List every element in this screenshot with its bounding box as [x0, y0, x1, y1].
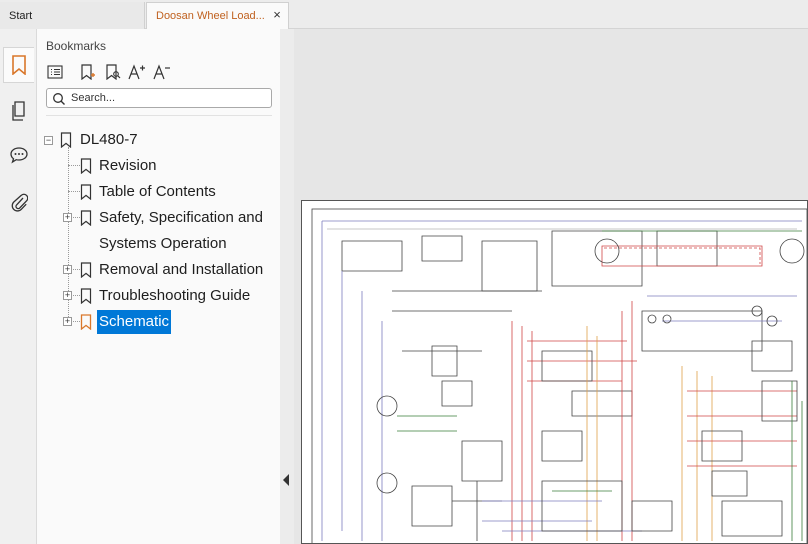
decrease-font-icon — [153, 64, 170, 80]
add-bookmark-icon — [81, 64, 95, 80]
outline-view-button[interactable] — [45, 62, 65, 82]
bookmarks-panel: Bookmarks Search... − DL480-7 Revision T… — [37, 29, 280, 544]
search-input[interactable]: Search... — [46, 88, 272, 108]
close-icon[interactable]: × — [271, 8, 283, 21]
expand-toggle[interactable]: + — [63, 213, 72, 222]
search-placeholder: Search... — [71, 92, 116, 104]
tab-bar: Start Doosan Wheel Load... × — [0, 0, 808, 29]
pages-panel-button[interactable] — [3, 93, 34, 129]
tab-start[interactable]: Start — [0, 2, 145, 29]
panel-title: Bookmarks — [46, 39, 107, 53]
bookmarks-toolbar — [45, 62, 275, 82]
tab-start-label: Start — [9, 9, 33, 22]
attachment-icon — [11, 193, 28, 212]
tab-document-label: Doosan Wheel Load... — [156, 10, 265, 22]
bookmarks-panel-button[interactable] — [3, 47, 34, 83]
search-icon — [53, 93, 65, 105]
bookmark-icon — [80, 184, 92, 200]
bookmark-search-icon — [106, 64, 121, 80]
collapse-toggle[interactable]: − — [44, 136, 53, 145]
comments-panel-button[interactable] — [3, 137, 34, 173]
bookmark-label: Removal and Installation — [99, 261, 264, 278]
bookmark-label: Troubleshooting Guide — [99, 287, 251, 304]
bookmark-label: Systems Operation — [99, 235, 227, 252]
bookmark-icon — [80, 262, 92, 278]
bookmark-icon — [80, 210, 92, 226]
collapse-panel-icon[interactable] — [283, 474, 289, 486]
decrease-font-button[interactable] — [152, 62, 172, 82]
increase-font-button[interactable] — [127, 62, 147, 82]
panel-splitter[interactable] — [280, 29, 294, 544]
pages-icon — [11, 101, 25, 121]
bookmark-label: DL480-7 — [80, 131, 138, 148]
left-rail — [0, 29, 37, 544]
bookmark-label: Schematic — [97, 310, 172, 334]
expand-toggle[interactable]: + — [63, 291, 72, 300]
bookmark-label: Table of Contents — [99, 183, 216, 200]
bookmark-icon — [12, 55, 26, 75]
increase-font-icon — [128, 64, 145, 80]
tab-document[interactable]: Doosan Wheel Load... × — [146, 2, 289, 29]
bookmark-icon — [80, 314, 92, 330]
attachments-panel-button[interactable] — [3, 184, 34, 220]
bookmark-label: Safety, Specification and — [99, 209, 263, 226]
hydraulic-schematic — [311, 208, 807, 543]
schematic-page — [301, 200, 808, 544]
comment-icon — [9, 147, 28, 164]
bookmark-icon — [80, 158, 92, 174]
bookmark-icon — [80, 288, 92, 304]
bookmark-label: Revision — [99, 157, 157, 174]
add-bookmark-button[interactable] — [78, 62, 98, 82]
bookmark-icon — [60, 132, 72, 148]
divider — [46, 115, 272, 116]
expand-toggle[interactable]: + — [63, 317, 72, 326]
expand-toggle[interactable]: + — [63, 265, 72, 274]
bookmark-search-button[interactable] — [103, 62, 123, 82]
outline-view-icon — [47, 65, 63, 79]
